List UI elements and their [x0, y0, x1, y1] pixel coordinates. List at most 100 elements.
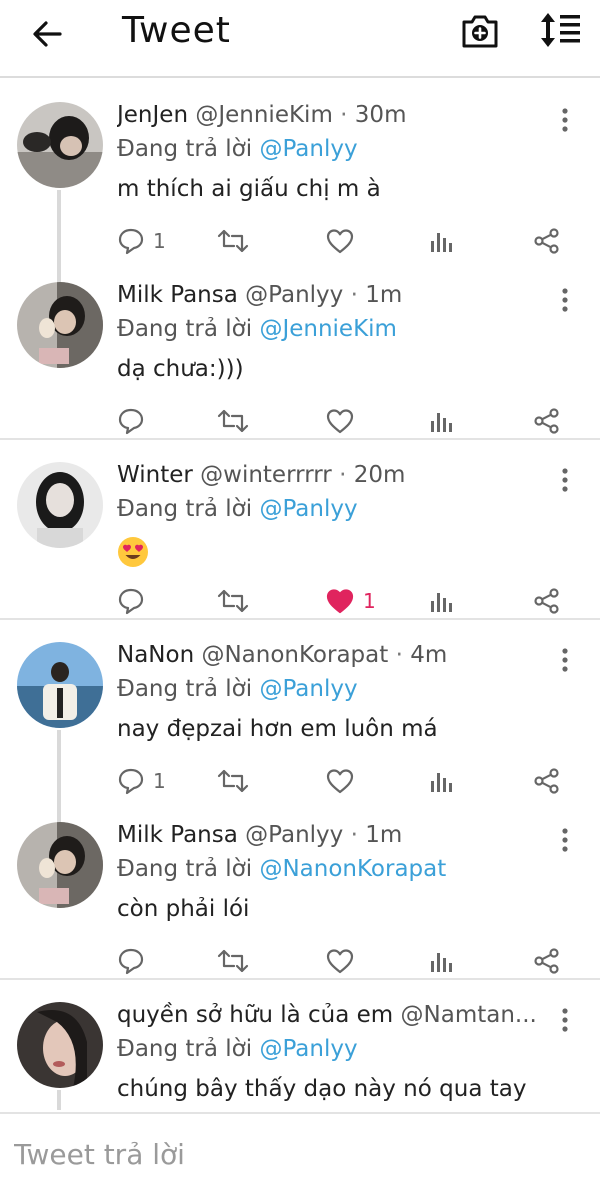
stats-button[interactable]	[429, 226, 453, 256]
tweet-text: m thích ai giấu chị m à	[117, 176, 381, 202]
reply-button[interactable]: 1	[117, 226, 166, 256]
retweet-icon	[217, 229, 249, 253]
display-name[interactable]: JenJen	[117, 102, 188, 128]
retweet-button[interactable]	[217, 406, 249, 436]
reply-feed: JenJen @JennieKim · 30m Đang trả lời @Pa…	[0, 80, 600, 1110]
sort-button[interactable]	[538, 10, 584, 50]
like-button[interactable]: 1	[325, 586, 376, 616]
reply-compose-bar	[0, 1112, 600, 1187]
tweet-header: JenJen @JennieKim · 30m	[117, 102, 547, 128]
stats-button[interactable]	[429, 586, 453, 616]
share-button[interactable]	[533, 226, 561, 256]
share-button[interactable]	[533, 406, 561, 436]
tweet-text: dạ chưa:)))	[117, 356, 244, 382]
reply-button[interactable]	[117, 406, 153, 436]
tweet[interactable]: NaNon @NanonKorapat · 4m Đang trả lời @P…	[0, 620, 600, 822]
mention-link[interactable]: @Panlyy	[259, 496, 357, 522]
tweet-header: Milk Pansa @Panlyy · 1m	[117, 282, 547, 308]
tweet[interactable]: quyền sở hữu là của em @Namtan... Đang t…	[0, 980, 600, 1110]
camera-button[interactable]	[460, 12, 500, 50]
sort-icon	[541, 13, 580, 47]
retweet-button[interactable]	[217, 946, 249, 976]
more-button[interactable]	[553, 1006, 577, 1034]
share-button[interactable]	[533, 766, 561, 796]
more-button[interactable]	[553, 106, 577, 134]
reply-button[interactable]	[117, 946, 153, 976]
retweet-icon	[217, 949, 249, 973]
stats-icon	[431, 593, 452, 612]
retweet-icon	[217, 409, 249, 433]
timestamp: 30m	[354, 102, 407, 128]
separator-dot: ·	[340, 102, 348, 128]
user-handle[interactable]: @winterrrrr	[200, 462, 332, 488]
more-button[interactable]	[553, 286, 577, 314]
mention-link[interactable]: @JennieKim	[259, 316, 397, 342]
back-button[interactable]	[28, 14, 68, 54]
stats-button[interactable]	[429, 946, 453, 976]
thread-line	[57, 1090, 61, 1110]
tweet-actions: 1	[117, 586, 587, 620]
user-handle[interactable]: @NanonKorapat	[201, 642, 388, 668]
replying-to-label: Đang trả lời	[117, 1036, 253, 1062]
separator-dot: ·	[339, 462, 347, 488]
like-button[interactable]	[325, 946, 363, 976]
more-button[interactable]	[553, 466, 577, 494]
replying-to-label: Đang trả lời	[117, 856, 253, 882]
retweet-button[interactable]	[217, 226, 249, 256]
reply-button[interactable]: 1	[117, 766, 166, 796]
mention-link[interactable]: @NanonKorapat	[259, 856, 446, 882]
user-handle[interactable]: @Panlyy	[245, 822, 343, 848]
separator-dot: ·	[395, 642, 403, 668]
heart-icon	[326, 949, 354, 974]
user-handle[interactable]: @JennieKim	[195, 102, 333, 128]
reply-icon	[118, 948, 144, 975]
heart-icon	[326, 229, 354, 254]
avatar[interactable]	[17, 822, 103, 908]
share-icon	[534, 408, 559, 434]
reply-icon	[118, 588, 144, 615]
stats-icon	[431, 773, 452, 792]
display-name[interactable]: quyền sở hữu là của em	[117, 1002, 393, 1028]
stats-button[interactable]	[429, 406, 453, 436]
stats-button[interactable]	[429, 766, 453, 796]
reply-input[interactable]	[14, 1134, 574, 1174]
avatar[interactable]	[17, 1002, 103, 1088]
like-button[interactable]	[325, 226, 363, 256]
tweet-header: Milk Pansa @Panlyy · 1m	[117, 822, 547, 848]
display-name[interactable]: Milk Pansa	[117, 282, 238, 308]
retweet-button[interactable]	[217, 586, 249, 616]
more-button[interactable]	[553, 826, 577, 854]
stats-icon	[431, 413, 452, 432]
more-button[interactable]	[553, 646, 577, 674]
tweet[interactable]: Milk Pansa @Panlyy · 1m Đang trả lời @Je…	[0, 260, 600, 440]
avatar[interactable]	[17, 102, 103, 188]
display-name[interactable]: Winter	[117, 462, 193, 488]
tweet[interactable]: Winter @winterrrrr · 20m Đang trả lời @P…	[0, 440, 600, 620]
avatar[interactable]	[17, 462, 103, 548]
like-button[interactable]	[325, 766, 363, 796]
share-button[interactable]	[533, 946, 561, 976]
display-name[interactable]: Milk Pansa	[117, 822, 238, 848]
user-handle[interactable]: @Panlyy	[245, 282, 343, 308]
display-name[interactable]: NaNon	[117, 642, 194, 668]
stats-icon	[431, 233, 452, 252]
tweet[interactable]: Milk Pansa @Panlyy · 1m Đang trả lời @Na…	[0, 800, 600, 980]
reply-button[interactable]	[117, 586, 153, 616]
tweet[interactable]: JenJen @JennieKim · 30m Đang trả lời @Pa…	[0, 80, 600, 282]
mention-link[interactable]: @Panlyy	[259, 676, 357, 702]
mention-link[interactable]: @Panlyy	[259, 1036, 357, 1062]
timestamp: 4m	[410, 642, 448, 668]
like-button[interactable]	[325, 406, 363, 436]
reply-icon	[118, 768, 144, 795]
page-title: Tweet	[122, 10, 231, 51]
heart-icon	[326, 409, 354, 434]
share-button[interactable]	[533, 586, 561, 616]
mention-link[interactable]: @Panlyy	[259, 136, 357, 162]
arrow-left-icon	[33, 21, 62, 47]
avatar[interactable]	[17, 282, 103, 368]
share-icon	[534, 228, 559, 254]
retweet-button[interactable]	[217, 766, 249, 796]
timestamp: 1m	[365, 282, 403, 308]
user-handle[interactable]: @Namtan...	[401, 1002, 537, 1028]
avatar[interactable]	[17, 642, 103, 728]
